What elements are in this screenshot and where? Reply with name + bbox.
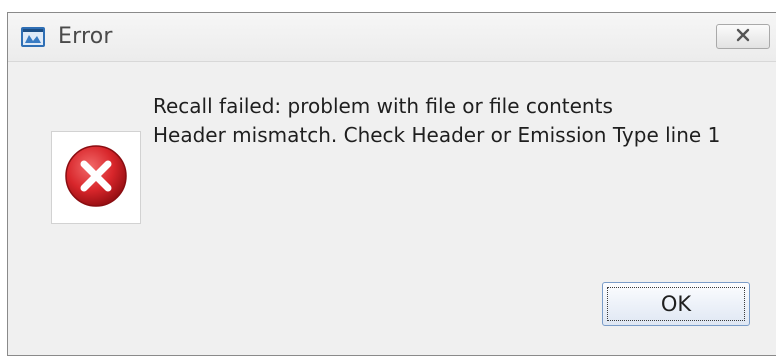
message-line-2: Header mismatch. Check Header or Emissio… <box>153 123 721 147</box>
close-icon <box>735 27 751 47</box>
error-message: Recall failed: problem with file or file… <box>153 92 776 150</box>
error-icon-frame <box>51 131 141 224</box>
ok-button[interactable]: OK <box>602 282 750 326</box>
app-window-icon <box>20 26 46 48</box>
dialog-titlebar[interactable]: Error <box>8 13 776 62</box>
dialog-body: Recall failed: problem with file or file… <box>8 62 776 355</box>
background-text-fragment <box>40 0 740 5</box>
message-line-1: Recall failed: problem with file or file… <box>153 94 613 118</box>
error-icon <box>63 143 129 213</box>
dialog-title: Error <box>58 24 113 49</box>
error-dialog: Error Recall failed: problem with file o… <box>7 12 776 356</box>
background-window-edge <box>0 0 776 12</box>
ok-button-label: OK <box>660 292 692 316</box>
close-button[interactable] <box>716 24 770 49</box>
